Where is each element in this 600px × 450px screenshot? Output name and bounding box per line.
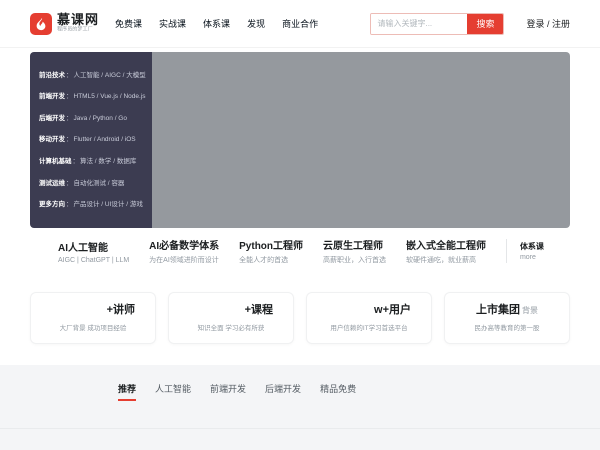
category-menu: 前沿技术：人工智能 / AIGC / 大模型 前端开发：HTML5 / Vue.… [30,52,152,228]
hero-section: 前沿技术：人工智能 / AIGC / 大模型 前端开发：HTML5 / Vue.… [30,52,570,228]
brand-name: 慕课网 [57,13,99,27]
brand-tagline: 程序员的梦工厂 [57,27,93,33]
stats-cards: +讲师 大厂背景 成功项目经验 +课程 知识全面 学习必有所获 w+用户 用户信… [30,292,570,344]
tab-frontend[interactable]: 前端开发 [210,382,246,401]
vertical-divider [506,239,507,263]
menu-item-links: 产品设计 / UI设计 / 游戏 [74,201,143,208]
category-card-python[interactable]: Python工程师 全能人才的首选 [239,237,303,265]
category-subtitle: 软硬件通吃，就业薪高 [406,255,486,265]
tab-artificial-intelligence[interactable]: 人工智能 [155,382,191,401]
category-title: Python工程师 [239,237,303,252]
main-nav: 免费课 实战课 体系课 发现 商业合作 [115,17,318,30]
logo[interactable]: 慕课网 程序员的梦工厂 [30,13,99,35]
more-wrap: 体系课 more [506,239,544,263]
search-bar: 搜索 [370,13,504,35]
more-title: 体系课 [520,241,544,252]
career-path-more-link[interactable]: 体系课 more [520,241,544,261]
category-menu-item-mobile[interactable]: 移动开发：Flutter / Android / iOS [30,135,152,144]
menu-separator: ： [66,93,73,100]
category-menu-item-testing-ops[interactable]: 测试运维：自动化测试 / 容器 [30,179,152,188]
category-title: AI必备数学体系 [149,237,219,252]
horizontal-divider [0,428,600,429]
nav-item-free-courses[interactable]: 免费课 [115,17,142,30]
login-register-link[interactable]: 登录 / 注册 [526,17,570,30]
category-title: 嵌入式全能工程师 [406,237,486,252]
stat-card-users: w+用户 用户信赖的IT学习首选平台 [306,292,432,344]
menu-item-label: 前端开发 [39,93,65,100]
menu-item-label: 后端开发 [39,115,65,122]
category-card-ai[interactable]: AI人工智能 AIGC | ChatGPT | LLM [58,239,129,264]
stat-subtitle: 知识全面 学习必有所获 [198,322,265,332]
stat-card-listed-group: 上市集团背景 民办高等教育的第一股 [444,292,570,344]
imooc-homepage: 慕课网 程序员的梦工厂 免费课 实战课 体系课 发现 商业合作 搜索 登录 / … [0,0,600,450]
menu-item-links: 算法 / 数学 / 数据库 [80,158,136,165]
category-menu-item-frontend[interactable]: 前端开发：HTML5 / Vue.js / Node.js [30,92,152,101]
menu-item-links: HTML5 / Vue.js / Node.js [74,93,146,100]
tab-premium-free[interactable]: 精品免费 [320,382,356,401]
category-subtitle: 为在AI领域进阶而设计 [149,255,219,265]
category-title: 云原生工程师 [323,237,386,252]
menu-separator: ： [73,158,80,165]
menu-item-label: 测试运维 [39,180,65,187]
search-button[interactable]: 搜索 [467,14,503,34]
stat-subtitle: 民办高等教育的第一股 [475,322,540,332]
menu-separator: ： [66,201,73,208]
menu-item-label: 更多方向 [39,201,65,208]
menu-separator: ： [66,115,73,122]
nav-item-business-cooperation[interactable]: 商业合作 [282,17,318,30]
menu-item-links: 人工智能 / AIGC / 大模型 [74,72,146,79]
header: 慕课网 程序员的梦工厂 免费课 实战课 体系课 发现 商业合作 搜索 登录 / … [0,0,600,48]
search-input[interactable] [371,14,467,34]
menu-item-links: Flutter / Android / iOS [74,136,136,143]
category-card-cloud-native[interactable]: 云原生工程师 高薪职业，入行首选 [323,237,386,265]
stat-card-instructors: +讲师 大厂背景 成功项目经验 [30,292,156,344]
menu-item-label: 移动开发 [39,136,65,143]
menu-item-links: Java / Python / Go [74,115,127,122]
tab-recommended[interactable]: 推荐 [118,382,136,401]
stat-title-main: 上市集团 [476,304,520,316]
category-card-ai-math[interactable]: AI必备数学体系 为在AI领域进阶而设计 [149,237,219,265]
nav-item-discover[interactable]: 发现 [247,17,265,30]
menu-item-label: 计算机基础 [39,158,72,165]
stat-title: +讲师 [107,304,155,317]
category-title: AI人工智能 [58,239,129,254]
course-tabs: 推荐 人工智能 前端开发 后端开发 精品免费 [0,365,600,401]
category-subtitle: 全能人才的首选 [239,255,303,265]
banner-image[interactable] [152,52,570,228]
category-menu-item-cs-basics[interactable]: 计算机基础：算法 / 数学 / 数据库 [30,157,152,166]
category-menu-item-backend[interactable]: 后端开发：Java / Python / Go [30,114,152,123]
brand-text: 慕课网 程序员的梦工厂 [57,13,99,34]
stat-title: w+用户 [374,304,431,317]
category-subtitle: AIGC | ChatGPT | LLM [58,257,129,264]
menu-item-links: 自动化测试 / 容器 [74,180,125,187]
stat-title: +课程 [245,304,293,317]
nav-item-practical-courses[interactable]: 实战课 [159,17,186,30]
category-subtitle: 高薪职业，入行首选 [323,255,386,265]
category-menu-item-frontier-tech[interactable]: 前沿技术：人工智能 / AIGC / 大模型 [30,71,152,80]
stat-subtitle: 大厂背景 成功项目经验 [60,322,127,332]
stat-subtitle: 用户信赖的IT学习首选平台 [330,322,407,332]
menu-separator: ： [66,72,73,79]
stat-title: 上市集团背景 [476,304,538,317]
nav-item-career-path-courses[interactable]: 体系课 [203,17,230,30]
flame-logo-icon [30,13,52,35]
more-label: more [520,254,544,261]
category-menu-item-more-directions[interactable]: 更多方向：产品设计 / UI设计 / 游戏 [30,200,152,209]
stat-title-suffix: 背景 [522,306,538,315]
footer-section: 推荐 人工智能 前端开发 后端开发 精品免费 [0,365,600,450]
stat-card-courses: +课程 知识全面 学习必有所获 [168,292,294,344]
menu-separator: ： [66,180,73,187]
menu-item-label: 前沿技术 [39,72,65,79]
tab-backend[interactable]: 后端开发 [265,382,301,401]
course-categories: AI人工智能 AIGC | ChatGPT | LLM AI必备数学体系 为在A… [30,228,570,274]
menu-separator: ： [66,136,73,143]
category-card-embedded[interactable]: 嵌入式全能工程师 软硬件通吃，就业薪高 [406,237,486,265]
